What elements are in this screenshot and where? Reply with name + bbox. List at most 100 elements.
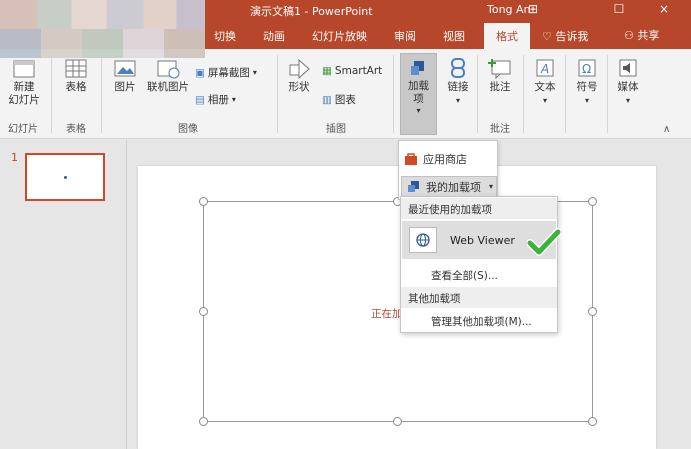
- thumbnail-dot: [64, 176, 67, 179]
- new-slide-label: 新建 幻灯片: [8, 81, 40, 106]
- resize-handle[interactable]: [199, 417, 208, 426]
- chevron-down-icon: ▾: [489, 182, 494, 191]
- view-all-link[interactable]: 查看全部(S)...: [431, 268, 498, 283]
- tab-format[interactable]: 格式: [484, 23, 530, 49]
- speaker-icon: [619, 59, 637, 77]
- screenshot-icon: ▣: [195, 66, 205, 79]
- slide-thumbnail[interactable]: [25, 153, 105, 201]
- album-button[interactable]: ▤ 相册 ▾: [195, 92, 236, 107]
- table-label: 表格: [65, 81, 87, 93]
- comment-icon: [488, 59, 511, 79]
- checkmark-icon: [527, 228, 561, 256]
- tab-transitions[interactable]: 切换: [214, 28, 236, 44]
- link-label: 链接: [447, 81, 469, 93]
- slide-number: 1: [11, 151, 18, 164]
- omega-icon: Ω: [578, 59, 596, 77]
- addins-button[interactable]: 加载 项 ▾: [400, 53, 437, 135]
- web-viewer-label: Web Viewer: [450, 234, 515, 247]
- document-title: 演示文稿1 - PowerPoint: [250, 5, 373, 18]
- resize-handle[interactable]: [393, 417, 402, 426]
- chevron-down-icon: ▾: [625, 96, 630, 105]
- my-addins-submenu: 最近使用的加载项 Web Viewer 查看全部(S)... 其他加载项 管理其…: [400, 196, 558, 333]
- maximize-icon[interactable]: ☐: [610, 2, 628, 16]
- screenshot-button[interactable]: ▣ 屏幕截图 ▾: [195, 65, 257, 80]
- screenshot-label: 屏幕截图: [207, 67, 250, 79]
- my-addins-menu-item[interactable]: 我的加载项 ▾: [401, 176, 497, 197]
- tab-view[interactable]: 视图: [443, 28, 465, 44]
- table-icon: [65, 59, 87, 78]
- ribbon: 新建 幻灯片 幻灯片 表格 表格 图片 联机图片 ▣ 屏幕截图 ▾ ▤ 相册 ▾…: [0, 49, 691, 139]
- store-label: 应用商店: [423, 153, 467, 166]
- resize-handle[interactable]: [199, 307, 208, 316]
- chart-button[interactable]: ▥ 图表: [322, 92, 356, 107]
- tab-animations[interactable]: 动画: [263, 28, 285, 44]
- media-button[interactable]: 媒体 ▾: [611, 57, 645, 107]
- group-divider: [607, 55, 608, 133]
- tell-me-label: 告诉我: [555, 30, 589, 43]
- svg-text:Ω: Ω: [582, 62, 591, 76]
- chart-label: 图表: [334, 94, 356, 106]
- link-button[interactable]: 链接 ▾: [442, 57, 474, 107]
- new-slide-button[interactable]: 新建 幻灯片: [4, 57, 44, 107]
- chevron-down-icon: ▾: [584, 96, 589, 105]
- chevron-down-icon: ▾: [416, 106, 421, 115]
- restore-icon[interactable]: ⊞: [524, 2, 542, 16]
- symbol-button[interactable]: Ω 符号 ▾: [570, 57, 604, 107]
- smartart-icon: ▦: [322, 65, 332, 77]
- shapes-icon: [289, 58, 310, 79]
- tell-me-box[interactable]: ♡ 告诉我: [542, 28, 588, 44]
- resize-handle[interactable]: [588, 417, 597, 426]
- resize-handle[interactable]: [588, 197, 597, 206]
- album-icon: ▤: [195, 93, 205, 106]
- shapes-label: 形状: [288, 81, 310, 93]
- store-icon: [405, 153, 417, 165]
- text-label: 文本: [534, 81, 556, 93]
- addins-label: 加载 项: [408, 80, 429, 105]
- shapes-button[interactable]: 形状: [282, 57, 316, 94]
- comments-group-label: 批注: [490, 124, 510, 135]
- manage-addins-link[interactable]: 管理其他加载项(M)...: [431, 314, 532, 329]
- addins-icon: [408, 180, 419, 192]
- loading-text: 正在加: [371, 308, 403, 320]
- comment-button[interactable]: 批注: [483, 57, 517, 94]
- collapse-ribbon-icon[interactable]: ∧: [663, 124, 670, 135]
- addins-dropdown: 应用商店 我的加载项 ▾: [398, 140, 498, 200]
- resize-handle[interactable]: [588, 307, 597, 316]
- addins-icon: [410, 61, 424, 75]
- other-addins-header: 其他加载项: [401, 287, 557, 308]
- person-icon: ⚇: [624, 29, 634, 42]
- store-menu-item[interactable]: 应用商店: [399, 149, 497, 169]
- link-icon: [451, 58, 465, 78]
- group-divider: [477, 55, 478, 133]
- slides-group-label: 幻灯片: [8, 124, 38, 135]
- group-divider: [565, 55, 566, 133]
- text-button[interactable]: A 文本 ▾: [528, 57, 562, 107]
- group-divider: [393, 55, 394, 133]
- tables-group-label: 表格: [66, 124, 86, 135]
- share-button[interactable]: ⚇ 共享: [620, 26, 663, 44]
- images-group-label: 图像: [178, 124, 198, 135]
- table-button[interactable]: 表格: [58, 57, 94, 94]
- resize-handle[interactable]: [199, 197, 208, 206]
- picture-label: 图片: [114, 81, 136, 93]
- text-icon: A: [536, 59, 554, 77]
- picture-button[interactable]: 图片: [107, 57, 143, 94]
- lightbulb-icon: ♡: [542, 30, 552, 43]
- smartart-button[interactable]: ▦ SmartArt: [322, 65, 382, 77]
- globe-icon: [416, 233, 430, 247]
- tab-slideshow[interactable]: 幻灯片放映: [312, 28, 367, 44]
- picture-icon: [114, 60, 136, 77]
- blurred-region: [0, 0, 205, 58]
- symbol-label: 符号: [576, 81, 598, 93]
- chevron-down-icon: ▾: [252, 68, 257, 77]
- close-icon[interactable]: ×: [655, 2, 673, 16]
- smartart-label: SmartArt: [334, 65, 383, 77]
- web-viewer-icon-box: [409, 227, 437, 253]
- group-divider: [101, 55, 102, 133]
- share-label: 共享: [637, 29, 660, 42]
- group-divider: [523, 55, 524, 133]
- svg-text:A: A: [540, 62, 549, 76]
- online-picture-icon: [157, 60, 180, 79]
- online-picture-button[interactable]: 联机图片: [144, 57, 192, 94]
- tab-review[interactable]: 审阅: [394, 28, 416, 44]
